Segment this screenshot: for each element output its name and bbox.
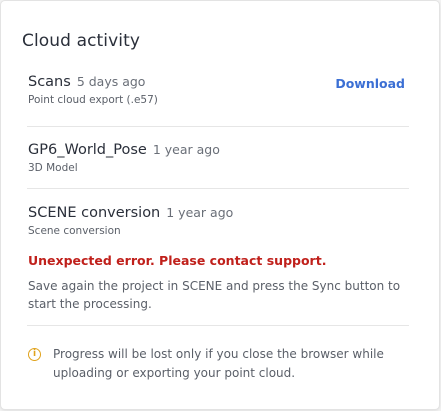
activity-item-scene-conversion: SCENE conversion 1 year ago Scene conver…: [28, 205, 408, 237]
activity-item-subtitle: Point cloud export (.e57): [28, 94, 158, 106]
activity-item-time: 1 year ago: [152, 142, 220, 157]
error-description: Save again the project in SCENE and pres…: [28, 279, 401, 311]
divider: [27, 325, 409, 326]
divider: [27, 188, 409, 189]
download-link[interactable]: Download: [335, 76, 405, 91]
activity-item-time: 1 year ago: [166, 205, 234, 220]
activity-item-name: Scans: [28, 74, 71, 90]
activity-item-time: 5 days ago: [76, 74, 146, 89]
activity-item-header: GP6_World_Pose 1 year ago: [28, 142, 408, 158]
activity-item-gp6-world-pose: GP6_World_Pose 1 year ago 3D Model: [28, 142, 408, 174]
activity-item-name: SCENE conversion: [28, 205, 161, 221]
cloud-activity-panel: Cloud activity Scans 5 days ago Point cl…: [1, 1, 439, 409]
notice-text: Progress will be lost only if you close …: [53, 347, 384, 380]
activity-item-name: GP6_World_Pose: [28, 142, 147, 158]
activity-item-header: SCENE conversion 1 year ago: [28, 205, 408, 221]
activity-item-subtitle: 3D Model: [28, 162, 78, 174]
progress-notice: i Progress will be lost only if you clos…: [28, 345, 418, 383]
panel-title: Cloud activity: [22, 31, 141, 51]
error-message: Unexpected error. Please contact support…: [28, 253, 327, 268]
divider: [27, 126, 409, 127]
activity-item-subtitle: Scene conversion: [28, 225, 121, 237]
info-icon: i: [28, 348, 41, 361]
activity-item-scans: Scans 5 days ago Point cloud export (.e5…: [28, 74, 408, 106]
